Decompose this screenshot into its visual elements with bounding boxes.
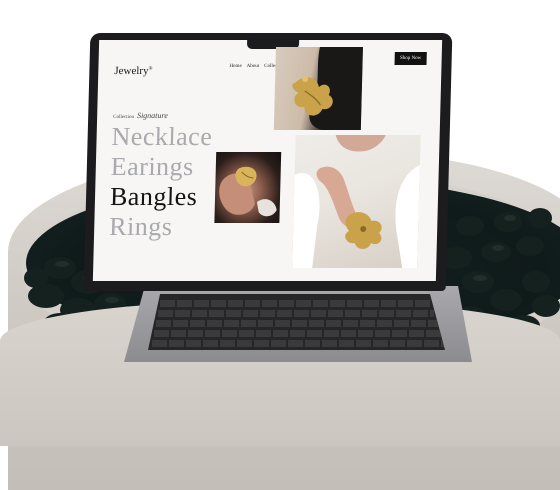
category-bangles[interactable]: Bangles bbox=[110, 182, 211, 212]
collection-kicker: Collection Signature bbox=[113, 111, 168, 120]
logo-registered-mark: ® bbox=[148, 66, 153, 72]
laptop-keyboard bbox=[148, 294, 445, 350]
category-necklace[interactable]: Necklace bbox=[111, 122, 212, 152]
site-logo[interactable]: Jewelry® bbox=[114, 65, 152, 77]
kicker-script: Signature bbox=[136, 111, 168, 120]
ring-photo bbox=[214, 152, 282, 223]
laptop-screen: Jewelry® Home About Collection Blog Shop… bbox=[92, 40, 443, 281]
gold-flower-earring-icon bbox=[292, 47, 363, 130]
logo-text: Jewelry bbox=[114, 65, 149, 77]
nav-home[interactable]: Home bbox=[229, 64, 241, 69]
gold-flower-bangle-icon bbox=[292, 135, 420, 268]
kicker-label: Collection bbox=[113, 115, 135, 120]
bangle-photo bbox=[292, 135, 421, 268]
category-earings[interactable]: Earings bbox=[110, 152, 211, 182]
category-rings[interactable]: Rings bbox=[109, 212, 210, 242]
shop-now-button[interactable]: Shop Now bbox=[394, 52, 427, 65]
nav-about[interactable]: About bbox=[247, 64, 260, 69]
gold-leaf-ring-icon bbox=[219, 166, 277, 217]
product-mockup-scene: Jewelry® Home About Collection Blog Shop… bbox=[0, 0, 560, 490]
category-list: Necklace Earings Bangles Rings bbox=[109, 122, 213, 242]
earring-photo bbox=[273, 47, 363, 130]
